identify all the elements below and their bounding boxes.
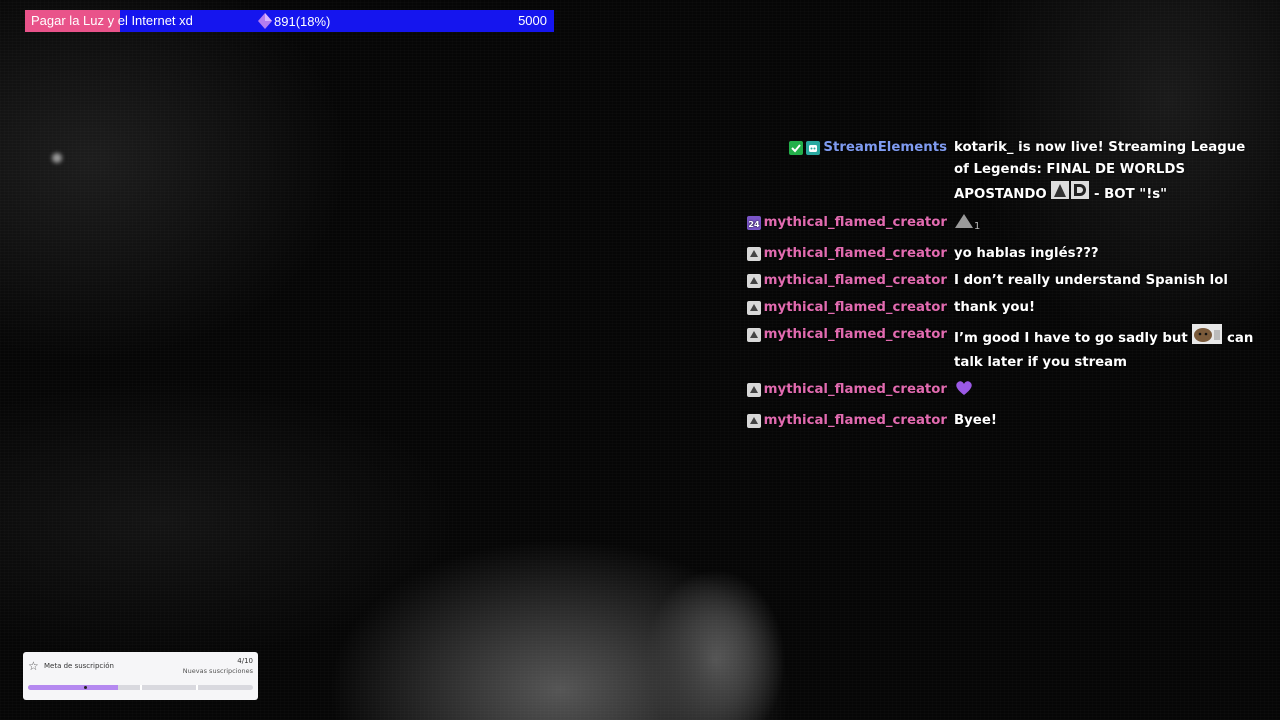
chat-message: StreamElements kotarik_ is now live! Stre… bbox=[760, 137, 1260, 207]
viewer-badge bbox=[746, 274, 761, 288]
chat-message-body: 1 bbox=[954, 212, 1254, 238]
chat-username[interactable]: mythical_flamed_creator bbox=[764, 270, 947, 292]
progress-tick bbox=[196, 685, 198, 690]
chat-message: mythical_flamed_creator I’m good I have t… bbox=[746, 324, 1260, 374]
chat-username[interactable]: mythical_flamed_creator bbox=[764, 410, 947, 432]
donation-goal-current: 891(18%) bbox=[258, 13, 330, 29]
chat-username[interactable]: mythical_flamed_creator bbox=[764, 379, 947, 401]
stream-frame: Pagar la Luz y el Internet xd 891(18%) 5… bbox=[0, 0, 1280, 720]
svg-text:24: 24 bbox=[748, 220, 760, 229]
bot-badge bbox=[806, 141, 821, 155]
chat-overlay: StreamElements kotarik_ is now live! Stre… bbox=[746, 137, 1260, 437]
chat-message-body: I don’t really understand Spanish lol bbox=[954, 270, 1254, 292]
chat-message: mythical_flamed_creator bbox=[746, 379, 1260, 405]
chat-message: mythical_flamed_creator yo hablas inglés?… bbox=[746, 243, 1260, 265]
triangle-emote bbox=[954, 212, 974, 238]
chat-message: 24 mythical_flamed_creator 1 bbox=[746, 212, 1260, 238]
chat-message-text: yo hablas inglés??? bbox=[954, 246, 1099, 261]
chat-message-body bbox=[954, 379, 1254, 405]
chat-message-author: mythical_flamed_creator bbox=[746, 297, 954, 319]
star-icon: ☆ bbox=[28, 659, 39, 673]
chat-message-body: Byee! bbox=[954, 410, 1254, 432]
chat-message-body: kotarik_ is now live! Streaming League o… bbox=[954, 137, 1254, 207]
donation-goal-title: Pagar la Luz y el Internet xd bbox=[31, 13, 193, 28]
chat-username[interactable]: mythical_flamed_creator bbox=[764, 212, 947, 234]
viewer-badge bbox=[746, 247, 761, 261]
chat-username[interactable]: StreamElements bbox=[823, 137, 947, 159]
chat-username[interactable]: mythical_flamed_creator bbox=[764, 297, 947, 319]
chat-username[interactable]: mythical_flamed_creator bbox=[764, 324, 947, 346]
donation-goal-current-value: 891(18%) bbox=[274, 13, 331, 29]
cat-emote bbox=[1192, 324, 1223, 352]
chat-message-body: I’m good I have to go sadly but can talk… bbox=[954, 324, 1254, 374]
subscription-goal-widget: ☆ Meta de suscripción 4/10 Nuevas suscri… bbox=[23, 652, 258, 700]
chat-message-text-after: - BOT "!s" bbox=[1089, 187, 1168, 202]
viewer-badge bbox=[746, 383, 761, 397]
subscription-goal-title: Meta de suscripción bbox=[44, 662, 114, 670]
chat-message-text: thank you! bbox=[954, 300, 1036, 315]
chat-username[interactable]: mythical_flamed_creator bbox=[764, 243, 947, 265]
chat-message-author: mythical_flamed_creator bbox=[746, 324, 954, 346]
viewer-badge bbox=[746, 414, 761, 428]
chat-message-text: I don’t really understand Spanish lol bbox=[954, 273, 1228, 288]
verified-badge bbox=[789, 141, 804, 155]
chat-message-author: mythical_flamed_creator bbox=[746, 379, 954, 401]
chat-message: mythical_flamed_creator I don’t really un… bbox=[746, 270, 1260, 292]
donation-goal-target: 5000 bbox=[518, 13, 547, 28]
chat-message-author: StreamElements bbox=[760, 137, 954, 159]
chat-message-author: mythical_flamed_creator bbox=[746, 410, 954, 432]
chat-message-body: yo hablas inglés??? bbox=[954, 243, 1254, 265]
chat-message: mythical_flamed_creator thank you! bbox=[746, 297, 1260, 319]
subscription-goal-fill bbox=[28, 685, 118, 690]
viewer-badge bbox=[746, 301, 761, 315]
progress-tick bbox=[140, 685, 142, 690]
subscription-goal-count: 4/10 bbox=[237, 657, 253, 665]
chat-message-text-after: 1 bbox=[974, 221, 981, 232]
chat-message-author: 24 mythical_flamed_creator bbox=[746, 212, 954, 234]
subscription-goal-track bbox=[28, 685, 253, 690]
viewer-badge bbox=[746, 328, 761, 342]
chat-message: mythical_flamed_creator Byee! bbox=[746, 410, 1260, 432]
subscription-goal-label: Nuevas suscripciones bbox=[182, 667, 253, 675]
chat-message-author: mythical_flamed_creator bbox=[746, 243, 954, 265]
sub-24-badge: 24 bbox=[746, 216, 761, 230]
gem-icon bbox=[258, 13, 272, 29]
chat-message-body: thank you! bbox=[954, 297, 1254, 319]
purple-heart-emote bbox=[954, 379, 974, 405]
background-light bbox=[52, 153, 62, 163]
donation-goal-bar: Pagar la Luz y el Internet xd 891(18%) 5… bbox=[25, 10, 554, 32]
chat-message-text: Byee! bbox=[954, 413, 997, 428]
chat-message-text: I’m good I have to go sadly but bbox=[954, 331, 1188, 346]
chat-message-author: mythical_flamed_creator bbox=[746, 270, 954, 292]
progress-marker bbox=[84, 686, 87, 689]
AD-emote bbox=[1051, 181, 1090, 207]
